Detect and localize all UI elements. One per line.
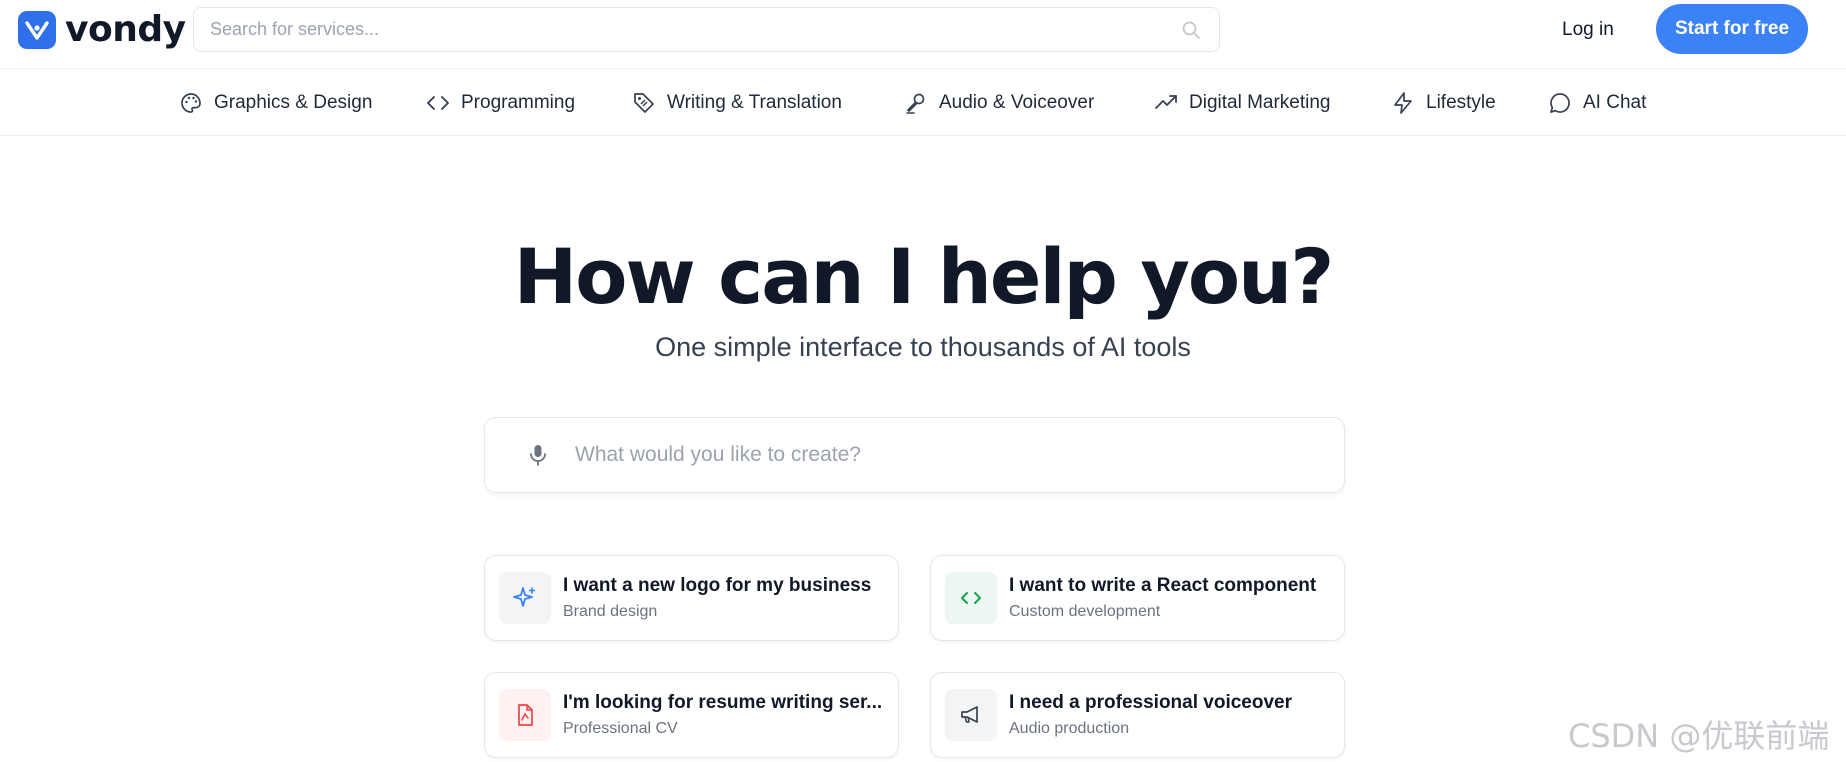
category-label: Graphics & Design [214,92,373,113]
suggestion-title: I want a new logo for my business [563,575,872,596]
suggestion-subtitle: Audio production [1009,720,1130,737]
suggestion-title: I need a professional voiceover [1009,692,1292,713]
category-label: Programming [461,92,576,113]
category-label: AI Chat [1583,92,1647,113]
suggestion-text: I need a professional voiceover Audio pr… [1009,692,1292,738]
suggestion-subtitle: Custom development [1009,603,1161,620]
brand-logo[interactable]: vondy [18,9,186,50]
category-label: Audio & Voiceover [939,92,1095,113]
microphone-icon [903,90,929,116]
category-digital-marketing[interactable]: Digital Marketing [1153,89,1331,117]
suggestion-title: I want to write a React component [1009,575,1317,596]
suggestion-text: I want to write a React component Custom… [1009,575,1316,621]
code-icon [945,572,997,624]
category-lifestyle[interactable]: Lifestyle [1390,89,1496,117]
category-nav: Graphics & Design Programming Writing & … [0,68,1846,136]
suggestion-card-logo[interactable]: I want a new logo for my business Brand … [484,555,899,641]
brand-name: vondy [65,9,186,50]
chat-bubble-icon [1547,90,1573,116]
document-icon [499,689,551,741]
suggestion-card-voiceover[interactable]: I need a professional voiceover Audio pr… [930,672,1345,758]
palette-icon [178,90,204,116]
suggestion-title: I'm looking for resume writing ser... [563,692,883,713]
service-search-input[interactable] [210,19,1179,40]
service-search-bar[interactable] [193,7,1220,52]
hero-title: How can I help you? [513,232,1335,321]
start-for-free-button[interactable]: Start for free [1656,4,1808,54]
category-writing-translation[interactable]: Writing & Translation [631,89,842,117]
category-audio-voiceover[interactable]: Audio & Voiceover [903,89,1094,117]
category-label: Digital Marketing [1189,92,1331,113]
csdn-watermark: CSDN @优联前端 [1568,717,1830,755]
category-label: Lifestyle [1426,92,1496,113]
category-ai-chat[interactable]: AI Chat [1547,89,1646,117]
code-icon [425,90,451,116]
suggestion-card-resume[interactable]: I'm looking for resume writing ser... Pr… [484,672,899,758]
suggestion-card-react[interactable]: I want to write a React component Custom… [930,555,1345,641]
top-bar: vondy Log in Start for free [0,0,1846,68]
megaphone-icon [945,689,997,741]
sparkle-icon [499,572,551,624]
trending-up-icon [1153,90,1179,116]
create-prompt-box[interactable] [484,417,1345,493]
suggestion-text: I'm looking for resume writing ser... Pr… [563,692,882,738]
vondy-logo-icon [18,10,56,49]
suggestion-subtitle: Professional CV [563,720,678,737]
suggestion-text: I want a new logo for my business Brand … [563,575,871,621]
category-label: Writing & Translation [667,92,842,113]
search-icon[interactable] [1179,18,1203,42]
suggestion-subtitle: Brand design [563,603,658,620]
login-link[interactable]: Log in [1562,16,1614,44]
microphone-icon[interactable] [525,442,551,468]
category-programming[interactable]: Programming [425,89,575,117]
category-graphics-design[interactable]: Graphics & Design [178,89,372,117]
hero-subtitle: One simple interface to thousands of AI … [655,332,1191,362]
tag-icon [631,90,657,116]
create-prompt-input[interactable] [575,443,1344,467]
lightning-icon [1390,90,1416,116]
